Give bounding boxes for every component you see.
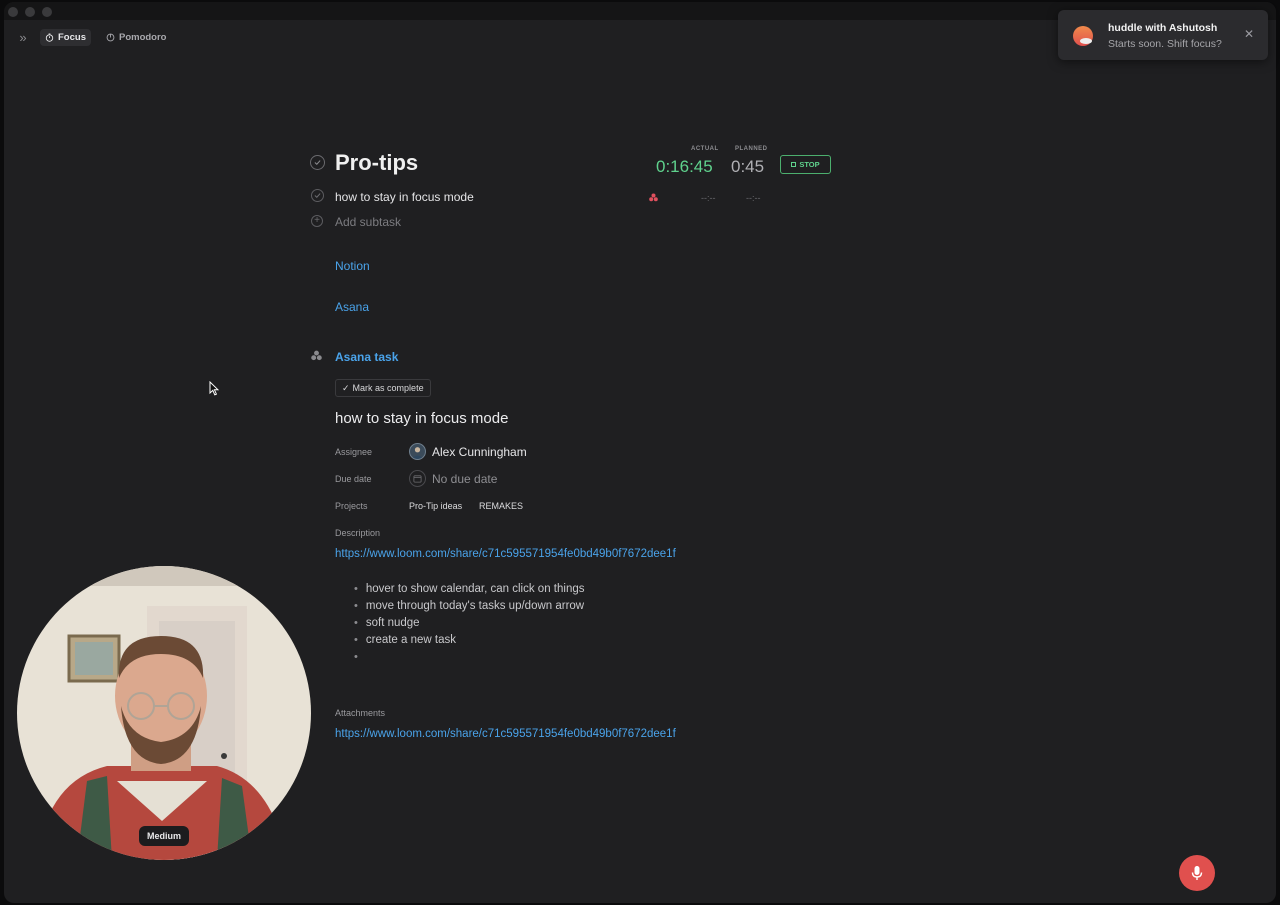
- project-chip[interactable]: Pro-Tip ideas: [409, 501, 462, 511]
- asana-task-heading[interactable]: Asana task: [335, 350, 398, 364]
- list-item: move through today's tasks up/down arrow: [354, 598, 584, 615]
- due-date-value[interactable]: No due date: [432, 472, 497, 486]
- attachments-label: Attachments: [335, 708, 386, 718]
- notification-toast[interactable]: huddle with Ashutosh Starts soon. Shift …: [1058, 10, 1268, 60]
- mouse-cursor-icon: [209, 381, 219, 396]
- check-icon: [314, 160, 321, 165]
- task-title[interactable]: Pro-tips: [335, 150, 418, 176]
- stop-icon: [791, 162, 797, 167]
- calendar-icon[interactable]: [409, 470, 426, 487]
- stop-label: STOP: [799, 160, 820, 169]
- list-item: [354, 649, 584, 666]
- subtask-planned-time[interactable]: --:--: [746, 193, 761, 203]
- stop-button[interactable]: STOP: [780, 155, 831, 174]
- asana-icon: [649, 193, 658, 202]
- add-subtask-icon[interactable]: +: [311, 215, 323, 227]
- list-item: create a new task: [354, 632, 584, 649]
- list-item: hover to show calendar, can click on thi…: [354, 581, 585, 598]
- projects-label: Projects: [335, 501, 368, 511]
- planned-label: PLANNED: [735, 146, 768, 152]
- project-chip[interactable]: REMAKES: [479, 501, 523, 511]
- notification-title: huddle with Ashutosh: [1108, 22, 1218, 34]
- mark-complete-button[interactable]: ✓ Mark as complete: [335, 379, 431, 397]
- webcam-bubble[interactable]: [17, 566, 311, 860]
- description-bullets: hover to show calendar, can click on thi…: [354, 581, 585, 666]
- asana-task-title[interactable]: how to stay in focus mode: [335, 410, 508, 427]
- add-subtask-input[interactable]: Add subtask: [335, 215, 401, 229]
- check-icon: [314, 193, 321, 198]
- microphone-button[interactable]: [1179, 855, 1215, 891]
- due-date-label: Due date: [335, 474, 372, 484]
- webcam-size-label[interactable]: Medium: [139, 826, 190, 846]
- task-complete-checkbox[interactable]: [310, 155, 325, 170]
- sunset-icon: [1073, 26, 1093, 46]
- assignee-avatar: [409, 443, 426, 460]
- list-item: soft nudge: [354, 615, 584, 632]
- check-icon: ✓: [342, 382, 350, 393]
- subtask-checkbox[interactable]: [311, 189, 324, 202]
- assignee-label: Assignee: [335, 447, 373, 457]
- mark-complete-label: Mark as complete: [352, 383, 424, 393]
- description-link[interactable]: https://www.loom.com/share/c71c595571954…: [335, 548, 676, 560]
- asana-link[interactable]: Asana: [335, 300, 369, 314]
- subtask-label[interactable]: how to stay in focus mode: [335, 190, 474, 204]
- assignee-name[interactable]: Alex Cunningham: [432, 445, 527, 459]
- subtask-actual-time: --:--: [701, 193, 716, 203]
- microphone-icon: [1191, 866, 1203, 880]
- close-icon[interactable]: ✕: [1244, 27, 1254, 41]
- actual-time: 0:16:45: [656, 157, 713, 176]
- asana-logo-icon: [311, 350, 322, 361]
- webcam-video: [17, 566, 311, 860]
- attachment-link[interactable]: https://www.loom.com/share/c71c595571954…: [335, 728, 676, 740]
- actual-label: ACTUAL: [691, 146, 719, 152]
- notion-link[interactable]: Notion: [335, 259, 370, 273]
- notification-subtitle: Starts soon. Shift focus?: [1108, 38, 1222, 50]
- description-label: Description: [335, 528, 381, 538]
- planned-time[interactable]: 0:45: [731, 157, 764, 177]
